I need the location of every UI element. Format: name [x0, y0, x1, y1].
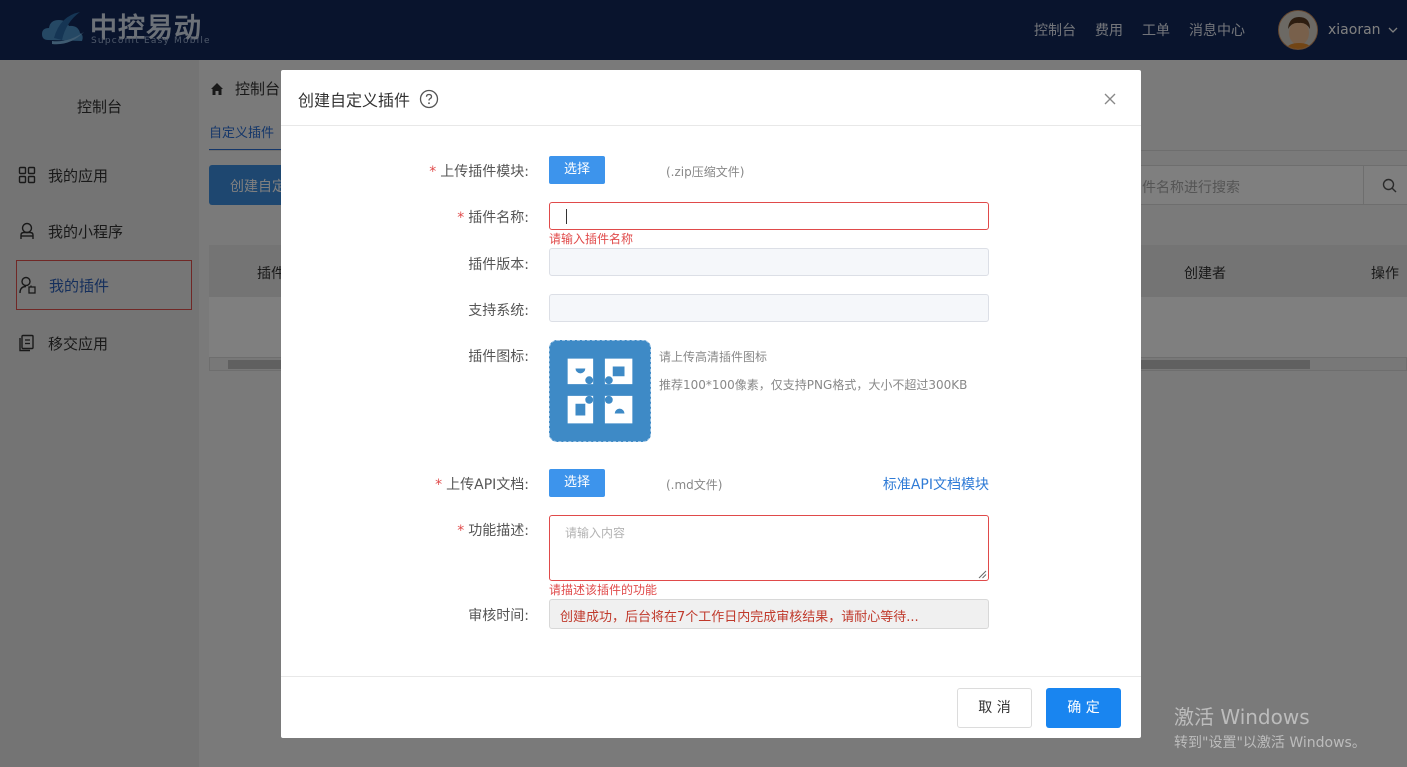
create-plugin-dialog: 创建自定义插件 * 上传插件模块: 选择 (.zip压缩文件) * 插件名称: 请输… [281, 70, 1141, 738]
support-system-input[interactable] [549, 294, 989, 322]
select-module-button[interactable]: 选择 [549, 156, 605, 184]
module-file-hint: (.zip压缩文件) [666, 165, 745, 179]
dialog-footer-divider [281, 676, 1141, 677]
plugin-version-label: 插件版本: [468, 257, 529, 273]
plugin-version-input[interactable] [549, 248, 989, 276]
plugin-icon-label: 插件图标: [468, 349, 529, 365]
icon-hint-secondary: 推荐100*100像素，仅支持PNG格式，大小不超过300KB [659, 378, 968, 392]
description-textarea[interactable]: 请输入内容 [549, 515, 989, 581]
select-api-doc-button[interactable]: 选择 [549, 469, 605, 497]
resize-grip-icon[interactable] [978, 570, 987, 579]
plugin-name-label: * 插件名称: [457, 210, 529, 226]
watermark-subtitle: 转到"设置"以激活 Windows。 [1174, 735, 1366, 751]
plugin-name-error: 请输入插件名称 [549, 232, 634, 246]
confirm-button[interactable]: 确 定 [1046, 688, 1121, 728]
upload-api-label: * 上传API文档: [435, 477, 529, 493]
puzzle-icon [567, 358, 633, 424]
api-file-hint: (.md文件) [666, 478, 723, 492]
description-placeholder: 请输入内容 [565, 526, 626, 540]
standard-api-template-link[interactable]: 标准API文档模块 [881, 474, 989, 494]
dialog-header-divider [281, 125, 1141, 126]
windows-activation-watermark: 激活 Windows 转到"设置"以激活 Windows。 [1174, 701, 1366, 752]
dialog-title: 创建自定义插件 [298, 87, 439, 111]
help-icon[interactable] [419, 89, 439, 109]
dialog-title-text: 创建自定义插件 [298, 91, 411, 110]
description-label: * 功能描述: [457, 523, 529, 539]
cancel-button[interactable]: 取 消 [957, 688, 1032, 728]
description-error: 请描述该插件的功能 [549, 583, 658, 597]
watermark-title: 激活 Windows [1174, 705, 1310, 729]
audit-time-label: 审核时间: [468, 608, 529, 624]
support-system-label: 支持系统: [468, 303, 529, 319]
close-icon[interactable] [1103, 92, 1117, 106]
text-cursor [566, 209, 567, 224]
plugin-name-input[interactable] [549, 202, 989, 230]
audit-time-value: 创建成功，后台将在7个工作日内完成审核结果，请耐心等待... [549, 599, 989, 629]
icon-hint-primary: 请上传高清插件图标 [659, 350, 768, 364]
plugin-icon-upload[interactable] [549, 340, 651, 442]
upload-module-label: * 上传插件模块: [429, 164, 529, 180]
